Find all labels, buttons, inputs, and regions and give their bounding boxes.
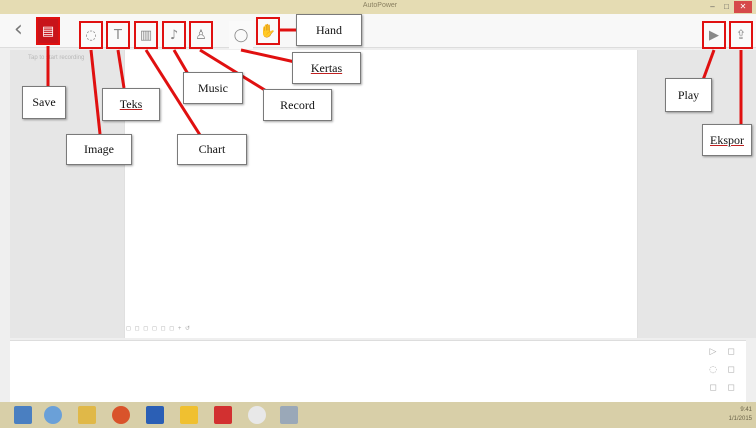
- clock: 9:41 1/1/2015: [706, 406, 752, 424]
- callout-record: Record: [263, 89, 332, 121]
- timeline-control[interactable]: ◌: [706, 364, 720, 376]
- callout-ekspor: Ekspor: [702, 124, 752, 156]
- image-icon[interactable]: ◌: [79, 21, 103, 49]
- canvas-hint: Tap to start recording: [28, 55, 85, 61]
- timeline-control[interactable]: ◻: [724, 346, 738, 358]
- timeline-control[interactable]: ▷: [706, 346, 720, 358]
- timeline-control[interactable]: ◻: [724, 382, 738, 394]
- start-icon[interactable]: [14, 406, 32, 424]
- notes-icon[interactable]: [180, 406, 198, 424]
- timeline-controls: ▷ ◻ ◌ ◻ ◻ ◻: [700, 344, 744, 398]
- clock-date: 1/1/2015: [728, 416, 752, 422]
- callout-teks: Teks: [102, 88, 160, 121]
- window-title: AutoPower: [362, 2, 398, 9]
- chrome-icon[interactable]: [248, 406, 266, 424]
- browser-icon[interactable]: [44, 406, 62, 424]
- callout-hand: Hand: [296, 14, 362, 46]
- app-icon[interactable]: [214, 406, 232, 424]
- play-icon[interactable]: ▶: [702, 21, 726, 49]
- record-icon[interactable]: ♙: [189, 21, 213, 49]
- word-icon[interactable]: [146, 406, 164, 424]
- timeline-control[interactable]: ◻: [706, 382, 720, 394]
- callout-save: Save: [22, 86, 66, 119]
- folder-icon[interactable]: [78, 406, 96, 424]
- text-icon[interactable]: T: [106, 21, 130, 49]
- callout-music: Music: [183, 72, 243, 104]
- save-icon[interactable]: ▤: [36, 17, 60, 45]
- clock-time: 9:41: [740, 407, 752, 413]
- hand-icon[interactable]: ✋: [256, 17, 280, 45]
- window-controls: – □ ✕: [706, 1, 752, 13]
- canvas-page-bar[interactable]: ◻ ◻ ◻ ◻ ◻ ◻ + ↺: [126, 325, 236, 335]
- paper-icon[interactable]: ◯: [229, 21, 253, 49]
- callout-kertas: Kertas: [292, 52, 361, 84]
- chart-icon[interactable]: ▥: [134, 21, 158, 49]
- firefox-icon[interactable]: [112, 406, 130, 424]
- chevron-left-icon[interactable]: ‹: [14, 18, 30, 44]
- callout-play: Play: [665, 78, 712, 112]
- minimize-button[interactable]: –: [706, 1, 719, 13]
- callout-chart: Chart: [177, 134, 247, 165]
- maximize-button[interactable]: □: [720, 1, 733, 13]
- timeline[interactable]: [10, 340, 746, 402]
- timeline-control[interactable]: ◻: [724, 364, 738, 376]
- close-button[interactable]: ✕: [734, 1, 752, 13]
- export-icon[interactable]: ⇪: [729, 21, 753, 49]
- app2-icon[interactable]: [280, 406, 298, 424]
- callout-image: Image: [66, 134, 132, 165]
- music-icon[interactable]: ♪: [162, 21, 186, 49]
